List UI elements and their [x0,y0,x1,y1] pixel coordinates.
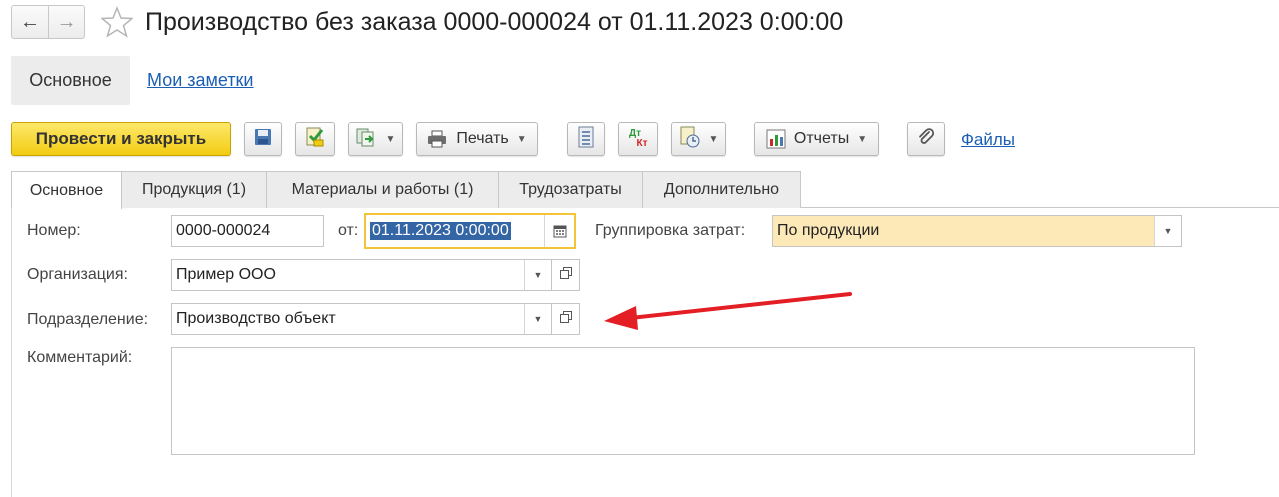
save-button[interactable] [244,122,282,156]
post-document-icon [304,126,326,153]
chevron-down-icon: ▼ [857,133,868,145]
organization-value: Пример ООО [176,266,276,283]
save-icon [253,127,273,152]
number-label: Номер: [27,222,81,239]
division-label: Подразделение: [27,311,149,328]
create-based-on-button[interactable]: ▼ [348,122,403,156]
title-bar: ← → Производство без заказа 0000-000024 … [11,3,843,41]
nav-buttons: ← → [11,5,85,39]
paperclip-icon [917,127,935,152]
arrow-right-icon: → [56,10,77,33]
date-field[interactable]: 01.11.2023 0:00:00 [364,213,576,249]
division-value: Производство объект [176,310,336,327]
open-window-icon [559,310,572,328]
cost-grouping-select[interactable]: По продукции ▼ [772,215,1182,247]
credit-icon: Кт [636,138,648,149]
comment-label: Комментарий: [27,349,133,366]
toolbar: Провести и закрыть ▼ Печать ▼ Дт Кт ▼ От… [11,122,1111,158]
chevron-down-icon[interactable]: ▼ [1154,216,1181,246]
back-button[interactable]: ← [12,6,48,38]
tab-labor-costs[interactable]: Трудозатраты [498,171,643,208]
favorite-star-icon[interactable] [99,4,135,40]
forward-button[interactable]: → [48,6,84,38]
reports-button[interactable]: Отчеты ▼ [754,122,879,156]
tab-additional[interactable]: Дополнительно [642,171,801,208]
form-tabs: Основное Продукция (1) Материалы и работ… [11,171,1279,209]
list-icon [578,126,594,153]
journal-button[interactable] [567,122,605,156]
chevron-down-icon: ▼ [516,133,527,145]
section-main[interactable]: Основное [11,56,130,105]
arrow-left-icon: ← [20,10,40,33]
document-clock-icon [679,126,701,153]
open-organization-button[interactable] [551,259,580,291]
chevron-down-icon[interactable]: ▼ [524,304,551,334]
print-button[interactable]: Печать ▼ [416,122,538,156]
dt-kt-button[interactable]: Дт Кт [618,122,658,156]
post-and-close-button[interactable]: Провести и закрыть [11,122,231,156]
printer-icon [427,130,447,148]
number-value: 0000-000024 [176,222,271,239]
organization-label: Организация: [27,266,128,283]
reports-icon [766,129,786,149]
cost-grouping-value: По продукции [777,222,880,239]
division-field[interactable]: Производство объект ▼ [171,303,552,335]
chevron-down-icon: ▼ [385,133,396,145]
chevron-down-icon: ▼ [708,133,719,145]
reports-label: Отчеты [793,130,850,147]
number-field[interactable]: 0000-000024 [171,215,324,247]
open-window-icon [559,266,572,284]
post-and-close-label: Провести и закрыть [35,129,207,148]
page-title: Производство без заказа 0000-000024 от 0… [145,7,844,36]
tab-materials-and-works[interactable]: Материалы и работы (1) [266,171,499,208]
attach-button[interactable] [907,122,945,156]
comment-textarea[interactable] [171,347,1195,455]
structure-button[interactable]: ▼ [671,122,726,156]
post-button[interactable] [295,122,335,156]
tab-products[interactable]: Продукция (1) [121,171,267,208]
form-border [11,208,12,497]
open-division-button[interactable] [551,303,580,335]
section-my-notes-link[interactable]: Мои заметки [147,70,254,91]
organization-field[interactable]: Пример ООО ▼ [171,259,552,291]
cost-grouping-label: Группировка затрат: [595,222,746,239]
date-value: 01.11.2023 0:00:00 [370,222,511,240]
print-label: Печать [456,130,509,147]
chevron-down-icon[interactable]: ▼ [524,260,551,290]
date-label: от: [338,222,359,239]
calendar-icon[interactable] [544,215,574,247]
tab-main[interactable]: Основное [11,171,122,209]
files-link[interactable]: Файлы [961,130,1015,150]
create-based-on-icon [356,127,378,152]
